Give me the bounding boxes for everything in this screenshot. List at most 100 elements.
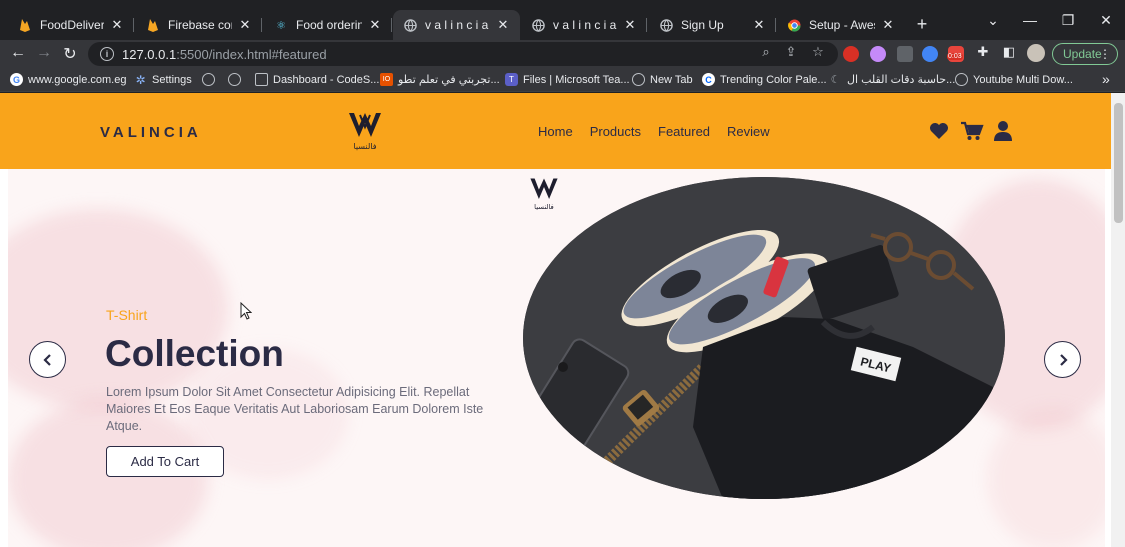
user-icon[interactable] [993, 120, 1015, 142]
bookmark-globe-1[interactable] [202, 73, 220, 86]
nav-products[interactable]: Products [590, 124, 641, 139]
tab-fooddelivery[interactable]: FoodDelivery - St ✕ [8, 10, 134, 40]
extension-gray-icon[interactable] [897, 46, 913, 62]
tab-label: Sign Up [681, 18, 724, 32]
update-button[interactable]: Update ⋮ [1052, 43, 1118, 65]
site-header: VALINCIA فالنسيا Home Products Featured … [0, 93, 1111, 169]
extension-red-icon[interactable] [843, 46, 859, 62]
reload-icon[interactable]: ↻ [60, 44, 80, 64]
bookmark-microsoft-teams[interactable]: T Files | Microsoft Tea... [505, 73, 630, 86]
menu-icon[interactable]: ⋮ [1099, 47, 1111, 61]
bookmark-globe-2[interactable] [228, 73, 246, 86]
forward-icon[interactable]: → [34, 44, 54, 62]
bookmark-color-palettes[interactable]: C Trending Color Pale... [702, 73, 827, 86]
bookmark-label: www.google.com.eg [28, 73, 127, 86]
restore-icon[interactable]: ❐ [1058, 12, 1078, 29]
new-tab-button[interactable]: + [912, 14, 932, 35]
close-icon[interactable]: ✕ [623, 17, 637, 33]
tab-setup-awesome[interactable]: Setup - Awesome ✕ [777, 10, 905, 40]
puzzle-icon[interactable]: ✚ [975, 44, 991, 60]
heart-icon[interactable] [928, 120, 950, 142]
globe-icon [531, 18, 545, 32]
close-icon[interactable]: ✕ [110, 17, 124, 33]
extension-purple-icon[interactable] [870, 46, 886, 62]
tab-sign-up[interactable]: Sign Up ✕ [649, 10, 776, 40]
bookmark-label: تجربتي في تعلم تطو... [398, 74, 500, 86]
coolors-icon: C [702, 73, 715, 86]
info-icon[interactable]: i [100, 47, 114, 61]
hero-slider: T-Shirt Collection Lorem Ipsum Dolor Sit… [8, 169, 1105, 547]
update-label: Update [1063, 47, 1102, 61]
heart-icon: ☾ [830, 74, 841, 86]
tab-valincia[interactable]: v a l i n c i a ✕ [521, 10, 647, 40]
mouse-cursor-icon [240, 302, 252, 320]
prev-slide-button[interactable] [29, 341, 66, 378]
valincia-logo[interactable]: فالنسيا [345, 109, 385, 151]
minimize-icon[interactable]: — [1020, 12, 1040, 28]
tab-label: FoodDelivery - St [40, 18, 104, 32]
avatar[interactable] [1027, 44, 1045, 62]
settings-icon: ✲ [135, 72, 146, 87]
bookmark-label: Trending Color Pale... [720, 73, 827, 86]
browser-tab-bar: FoodDelivery - St ✕ Firebase console ✕ ⚛… [0, 0, 1125, 40]
main-nav: Home Products Featured Review [538, 124, 770, 139]
tab-food-ordering[interactable]: ⚛ Food ordering ap ✕ [264, 10, 392, 40]
bookmark-label: Settings [152, 73, 192, 86]
tab-label: Firebase console [168, 18, 232, 32]
back-icon[interactable]: ← [8, 44, 28, 62]
svg-text:فالنسيا: فالنسيا [534, 203, 554, 211]
address-bar[interactable]: i 127.0.0.1:5500/index.html#featured [88, 42, 838, 66]
bookmark-arabic-learning[interactable]: IO تجربتي في تعلم تطو... [380, 73, 500, 86]
book-icon: IO [380, 73, 393, 86]
globe-icon [228, 73, 241, 86]
bookmark-heart-calculator[interactable]: ☾ حاسبة دقات القلب ال... [829, 73, 956, 86]
bookmark-new-tab[interactable]: New Tab [632, 73, 693, 86]
window-close-icon[interactable]: ✕ [1096, 12, 1116, 29]
more-bookmarks-icon[interactable]: » [1102, 71, 1110, 87]
nav-featured[interactable]: Featured [658, 124, 710, 139]
url-host: 127.0.0.1 [122, 46, 177, 62]
nav-home[interactable]: Home [538, 124, 573, 139]
tab-search-icon[interactable]: ⌄ [983, 12, 1003, 29]
hero-eyebrow: T-Shirt [106, 307, 148, 323]
globe-icon [659, 18, 673, 32]
close-icon[interactable]: ✕ [496, 17, 510, 33]
page-scrollbar[interactable] [1111, 93, 1125, 547]
next-slide-button[interactable] [1044, 341, 1081, 378]
hero-description: Lorem Ipsum Dolor Sit Amet Consectetur A… [106, 385, 484, 433]
extension-blue-icon[interactable] [922, 46, 938, 62]
bookmark-label: New Tab [650, 73, 693, 86]
close-icon[interactable]: ✕ [368, 17, 382, 33]
sidepanel-icon[interactable]: ◧ [1001, 44, 1017, 60]
brand-name[interactable]: VALINCIA [100, 124, 202, 141]
add-to-cart-button[interactable]: Add To Cart [106, 446, 224, 477]
bookmark-google[interactable]: G www.google.com.eg [10, 73, 126, 86]
bookmark-settings[interactable]: ✲ Settings [134, 72, 192, 87]
share-icon[interactable]: ⇪ [783, 44, 799, 60]
react-icon: ⚛ [276, 19, 286, 32]
close-icon[interactable]: ✕ [881, 17, 895, 33]
bookmark-label: Youtube Multi Dow... [973, 73, 1073, 86]
zoom-icon[interactable]: ⌕ [758, 44, 774, 60]
bookmark-label: حاسبة دقات القلب ال... [847, 74, 956, 86]
bookmark-youtube-downloader[interactable]: Youtube Multi Dow... [955, 73, 1073, 86]
tab-label: v a l i n c i a [425, 18, 489, 32]
extension-timer-icon[interactable]: 0:03 [947, 46, 964, 62]
nav-review[interactable]: Review [727, 124, 770, 139]
scrollbar-thumb[interactable] [1114, 103, 1123, 223]
close-icon[interactable]: ✕ [752, 17, 766, 33]
tab-firebase-console[interactable]: Firebase console ✕ [136, 10, 262, 40]
timer-badge: 0:03 [947, 53, 963, 60]
hero-headline: Collection [105, 333, 284, 374]
chrome-icon [787, 18, 801, 32]
tab-label: Setup - Awesome [809, 18, 875, 32]
cart-icon[interactable] [960, 120, 984, 142]
tab-label: Food ordering ap [296, 18, 362, 32]
tab-valincia-active[interactable]: v a l i n c i a ✕ [393, 10, 520, 40]
background-splash [988, 409, 1105, 547]
bookmark-star-icon[interactable]: ☆ [810, 44, 826, 60]
page-icon [255, 73, 268, 86]
bookmark-dashboard[interactable]: Dashboard - CodeS... [255, 73, 379, 86]
close-icon[interactable]: ✕ [238, 17, 252, 33]
globe-icon [202, 73, 215, 86]
